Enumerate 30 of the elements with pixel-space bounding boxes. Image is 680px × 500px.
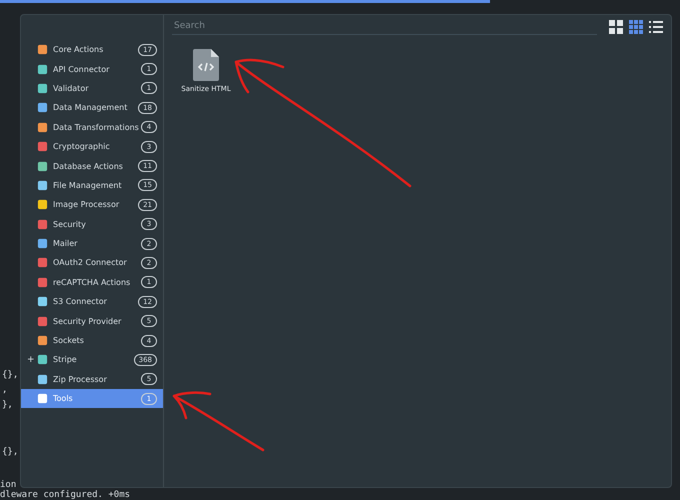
category-icon [37,160,48,172]
code-line: }, [2,400,13,410]
code-line: ion [0,480,16,490]
search-field[interactable]: Search [172,18,597,35]
category-icon [37,296,48,308]
category-icon [37,335,48,346]
category-icon [37,44,48,56]
code-line: dleware configured. +0ms [0,490,130,500]
category-icon [37,218,48,230]
category-icon [37,276,48,288]
category-icon [37,64,48,75]
category-icon [37,393,48,404]
code-line: {}, [2,447,18,457]
category-icon [37,199,48,210]
category-icon [37,102,48,114]
code-line: {}, [2,370,18,380]
category-icon [37,122,48,133]
code-file-icon [193,49,219,81]
category-icon [37,374,48,385]
expand-toggle[interactable]: + [27,354,35,365]
category-icon [37,354,48,366]
category-icon [37,180,48,191]
code-line: , [2,385,8,395]
category-icon [37,82,48,94]
list-view-button[interactable] [649,20,663,34]
category-icon [37,238,48,250]
category-icon [37,316,48,327]
category-icon [37,141,48,152]
category-icon [37,257,48,268]
grid-view-button[interactable] [609,20,623,34]
